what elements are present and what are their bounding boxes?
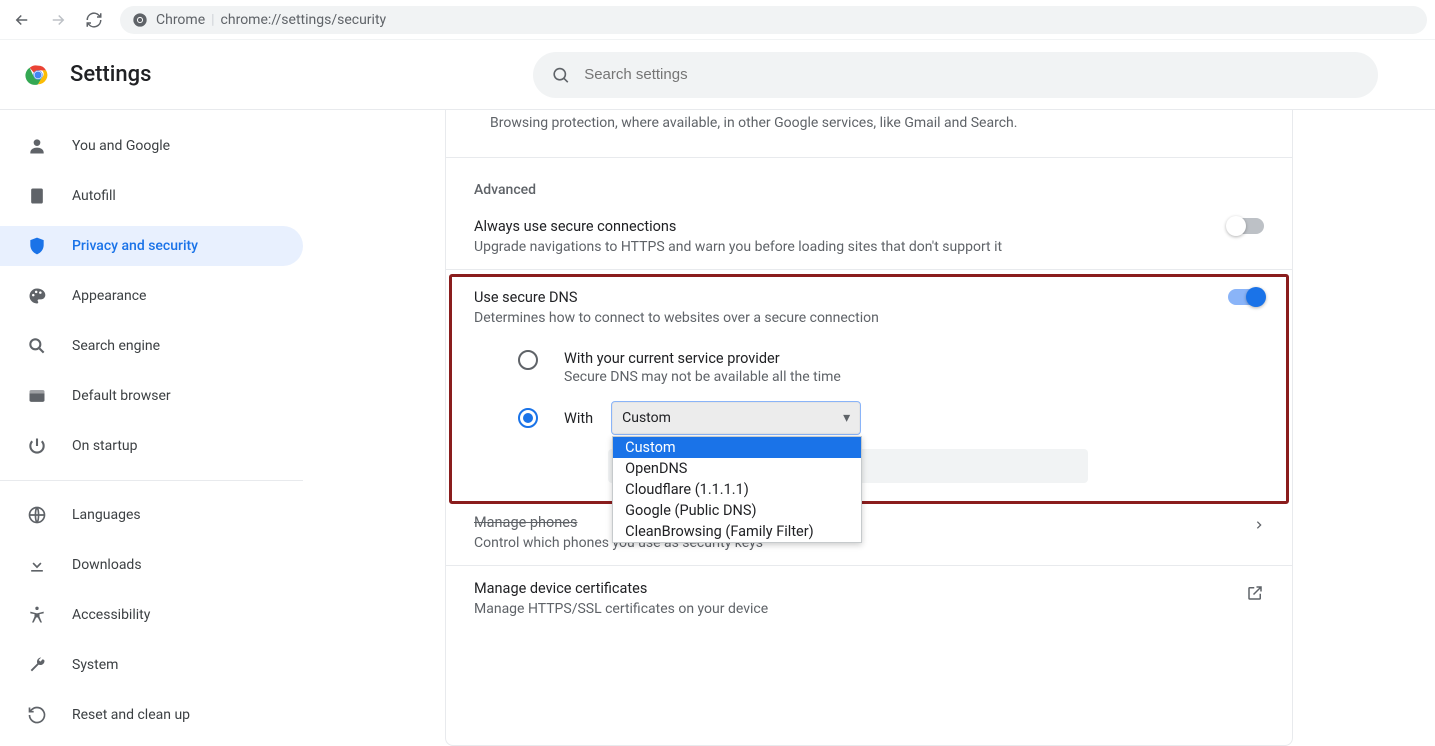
- browser-toolbar: Chrome | chrome://settings/security: [0, 0, 1435, 40]
- dropdown-option[interactable]: OpenDNS: [613, 458, 861, 479]
- dropdown-option[interactable]: Custom: [613, 437, 861, 458]
- settings-header: Settings: [0, 40, 1435, 110]
- caret-down-icon: ▾: [843, 410, 850, 426]
- advanced-section-header: Advanced: [446, 158, 1292, 204]
- sidebar-item-search-engine[interactable]: Search engine: [0, 326, 303, 366]
- sidebar-item-languages[interactable]: Languages: [0, 495, 303, 535]
- sidebar-item-privacy-security[interactable]: Privacy and security: [0, 226, 303, 266]
- search-settings[interactable]: [533, 52, 1378, 98]
- chevron-right-icon: [1254, 514, 1264, 536]
- sidebar-item-on-startup[interactable]: On startup: [0, 426, 303, 466]
- sidebar-item-downloads[interactable]: Downloads: [0, 545, 303, 585]
- secure-dns-toggle[interactable]: [1228, 289, 1264, 305]
- radio-icon: [518, 350, 538, 370]
- address-separator: |: [211, 12, 214, 28]
- search-icon: [551, 65, 570, 85]
- sidebar-item-label: Reset and clean up: [72, 707, 190, 723]
- external-link-icon: [1246, 580, 1264, 606]
- dns-provider-dropdown-list: Custom OpenDNS Cloudflare (1.1.1.1) Goog…: [612, 436, 862, 543]
- back-button[interactable]: [8, 6, 36, 34]
- download-icon: [26, 554, 48, 576]
- page-title: Settings: [70, 62, 151, 87]
- dropdown-option[interactable]: Cloudflare (1.1.1.1): [613, 479, 861, 500]
- dropdown-option[interactable]: Google (Public DNS): [613, 500, 861, 521]
- advanced-label: Advanced: [474, 182, 1264, 198]
- sidebar-item-autofill[interactable]: Autofill: [0, 176, 303, 216]
- reload-icon: [85, 11, 103, 29]
- chrome-logo-icon: [24, 61, 52, 89]
- sidebar-divider: [0, 480, 303, 481]
- arrow-left-icon: [13, 11, 31, 29]
- secure-dns-title: Use secure DNS: [474, 289, 879, 306]
- manage-certificates-row[interactable]: Manage device certificates Manage HTTPS/…: [446, 566, 1292, 631]
- secure-connections-toggle[interactable]: [1228, 218, 1264, 234]
- search-icon: [26, 335, 48, 357]
- sidebar-item-label: Default browser: [72, 388, 171, 404]
- sidebar-item-label: Languages: [72, 507, 141, 523]
- intro-text: Browsing protection, where available, in…: [490, 115, 1017, 131]
- sidebar-item-label: Search engine: [72, 338, 160, 354]
- globe-icon: [26, 504, 48, 526]
- dns-provider-dropdown[interactable]: Custom ▾ Custom OpenDNS Cloudflare (1.1.…: [611, 401, 861, 435]
- sidebar-item-system[interactable]: System: [0, 645, 303, 685]
- secure-connections-desc: Upgrade navigations to HTTPS and warn yo…: [474, 239, 1002, 255]
- browser-icon: [26, 385, 48, 407]
- settings-content: Browsing protection, where available, in…: [303, 110, 1435, 746]
- sidebar-item-default-browser[interactable]: Default browser: [0, 376, 303, 416]
- manage-phones-row[interactable]: Manage phones Control which phones you u…: [446, 504, 1292, 566]
- sidebar-item-you-and-google[interactable]: You and Google: [0, 126, 303, 166]
- dropdown-value: Custom: [622, 410, 671, 426]
- dropdown-option[interactable]: CleanBrowsing (Family Filter): [613, 521, 861, 542]
- intro-text-row: Browsing protection, where available, in…: [446, 110, 1292, 158]
- search-input[interactable]: [584, 66, 1360, 83]
- dns-option-with[interactable]: With Custom ▾ Custom OpenDNS Cloudflare …: [474, 391, 1264, 435]
- wrench-icon: [26, 654, 48, 676]
- person-icon: [26, 135, 48, 157]
- sidebar-item-label: On startup: [72, 438, 138, 454]
- clipboard-icon: [26, 185, 48, 207]
- accessibility-icon: [26, 604, 48, 626]
- palette-icon: [26, 285, 48, 307]
- sidebar-item-accessibility[interactable]: Accessibility: [0, 595, 303, 635]
- secure-dns-desc: Determines how to connect to websites ov…: [474, 310, 879, 326]
- settings-sidebar: You and Google Autofill Privacy and secu…: [0, 110, 303, 746]
- dns-option-current-desc: Secure DNS may not be available all the …: [564, 369, 1264, 385]
- shield-icon: [26, 235, 48, 257]
- dns-option-current-provider[interactable]: With your current service provider Secur…: [474, 342, 1264, 391]
- address-product-label: Chrome: [156, 12, 205, 28]
- address-url: chrome://settings/security: [221, 12, 387, 28]
- sidebar-item-reset[interactable]: Reset and clean up: [0, 695, 303, 735]
- dns-with-label: With: [564, 410, 593, 427]
- forward-button[interactable]: [44, 6, 72, 34]
- sidebar-item-label: Downloads: [72, 557, 142, 573]
- secure-dns-section: Use secure DNS Determines how to connect…: [449, 274, 1289, 504]
- sidebar-item-label: Privacy and security: [72, 238, 198, 254]
- sidebar-item-appearance[interactable]: Appearance: [0, 276, 303, 316]
- manage-certs-desc: Manage HTTPS/SSL certificates on your de…: [474, 601, 768, 617]
- manage-certs-title: Manage device certificates: [474, 580, 768, 597]
- dns-option-current-title: With your current service provider: [564, 350, 1264, 367]
- restore-icon: [26, 704, 48, 726]
- secure-connections-title: Always use secure connections: [474, 218, 1002, 235]
- sidebar-item-label: Appearance: [72, 288, 146, 304]
- sidebar-item-label: You and Google: [72, 138, 170, 154]
- security-card: Browsing protection, where available, in…: [445, 110, 1293, 746]
- arrow-right-icon: [49, 11, 67, 29]
- radio-icon: [518, 408, 538, 428]
- chrome-icon: [132, 12, 148, 28]
- power-icon: [26, 435, 48, 457]
- reload-button[interactable]: [80, 6, 108, 34]
- address-bar[interactable]: Chrome | chrome://settings/security: [120, 6, 1427, 34]
- sidebar-item-label: System: [72, 657, 118, 673]
- sidebar-item-label: Autofill: [72, 188, 116, 204]
- sidebar-item-label: Accessibility: [72, 607, 150, 623]
- secure-connections-row: Always use secure connections Upgrade na…: [446, 204, 1292, 270]
